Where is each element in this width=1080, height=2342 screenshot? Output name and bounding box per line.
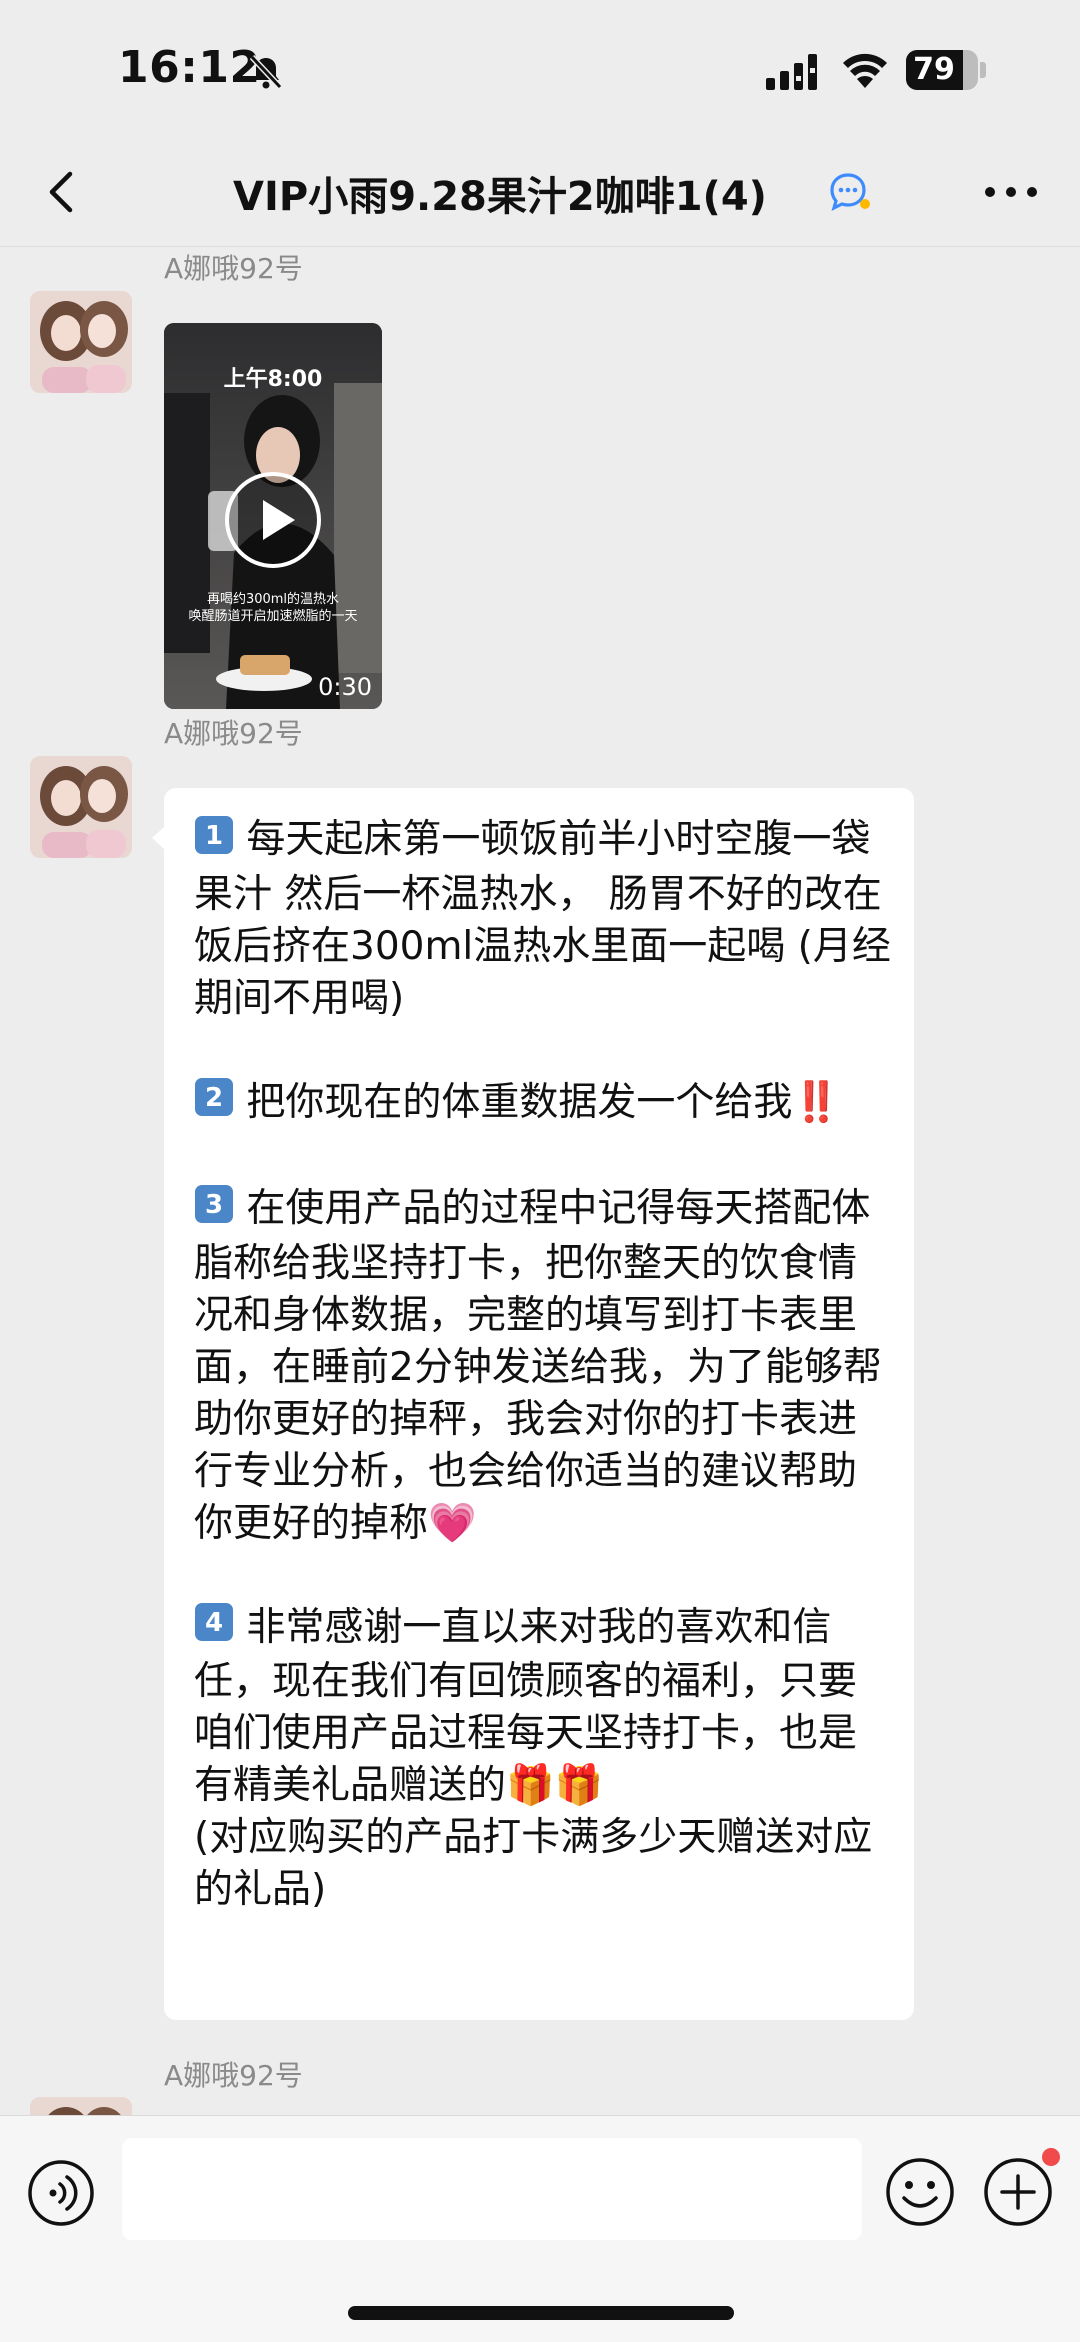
- message-input[interactable]: [122, 2138, 862, 2240]
- keycap-4-icon: 4: [194, 1602, 234, 1656]
- status-time: 16:12: [118, 42, 261, 93]
- keycap-2-icon: 2: [194, 1077, 234, 1131]
- heart-icon: 💗: [428, 1500, 477, 1546]
- avatar[interactable]: [30, 291, 132, 393]
- wifi-icon: [843, 53, 887, 88]
- keycap-3-icon: 3: [194, 1184, 234, 1238]
- chat-bubbles-icon[interactable]: [826, 168, 874, 216]
- sender-name: A娜哦92号: [164, 252, 303, 285]
- smile-icon[interactable]: [884, 2156, 956, 2228]
- avatar[interactable]: [30, 2097, 132, 2115]
- video-caption: 再喝约300ml的温热水 唤醒肠道开启加速燃脂的一天: [188, 592, 358, 624]
- double-exclamation-icon: ‼️: [792, 1079, 841, 1125]
- text-message-bubble[interactable]: 1 每天起床第一顿饭前半小时空腹一袋果汁 然后一杯温热水， 肠胃不好的改在饭后挤…: [164, 788, 914, 2020]
- svg-text:1: 1: [205, 821, 223, 851]
- svg-text:4: 4: [205, 1608, 223, 1638]
- video-overlay-time: 上午8:00: [223, 367, 323, 392]
- sender-name: A娜哦92号: [164, 717, 303, 750]
- plus-icon[interactable]: [982, 2156, 1054, 2228]
- avatar[interactable]: [30, 756, 132, 858]
- bell-off-icon: [249, 54, 283, 90]
- video-duration: 0:30: [318, 673, 372, 701]
- voice-icon[interactable]: [26, 2158, 96, 2228]
- signal-icon: [766, 54, 817, 90]
- status-bar: 16:12 79: [0, 0, 1080, 140]
- video-message[interactable]: 上午8:00 再喝约300ml的温热水 唤醒肠道开启加速燃脂的一天 0:30: [164, 323, 382, 709]
- chat-title[interactable]: VIP小雨9.28果汁2咖啡1(4): [150, 164, 850, 222]
- home-indicator[interactable]: [348, 2306, 734, 2320]
- keycap-1-icon: 1: [194, 815, 234, 869]
- more-dots-icon[interactable]: [976, 164, 1046, 220]
- battery-level: 79: [913, 52, 955, 87]
- svg-text:2: 2: [205, 1083, 223, 1113]
- notification-dot: [1042, 2148, 1060, 2166]
- play-icon[interactable]: [223, 470, 323, 570]
- message-text: 1 每天起床第一顿饭前半小时空腹一袋果汁 然后一杯温热水， 肠胃不好的改在饭后挤…: [194, 814, 894, 1916]
- battery-icon: 79: [906, 50, 986, 90]
- gift-icon: 🎁🎁: [506, 1763, 604, 1808]
- sender-name: A娜哦92号: [164, 2059, 303, 2092]
- back-button[interactable]: [30, 160, 94, 224]
- message-list[interactable]: A娜哦92号 上午8:00 再喝约300ml的温热水 唤醒肠道开启加速燃脂的一天…: [0, 247, 1080, 2115]
- chat-header: VIP小雨9.28果汁2咖啡1(4): [0, 140, 1080, 247]
- svg-text:3: 3: [205, 1190, 223, 1220]
